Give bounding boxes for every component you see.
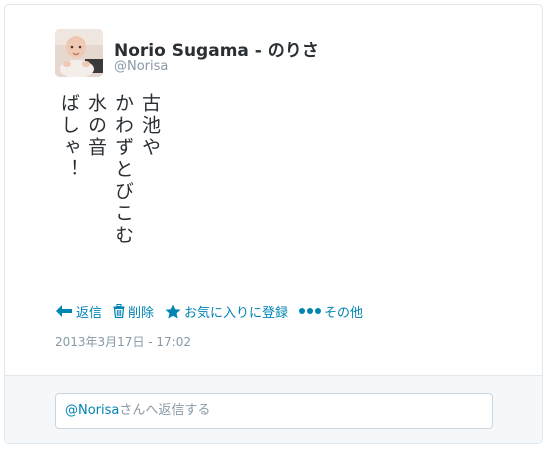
- screen-name[interactable]: @Norisa: [114, 59, 168, 74]
- delete-button[interactable]: 削除: [113, 302, 154, 321]
- reply-mention: @Norisa: [65, 403, 120, 418]
- delete-label: 削除: [128, 305, 155, 321]
- tweet-card: Norio Sugama - のりさ @Norisa 古池や かわずとびこむ 水…: [4, 4, 543, 444]
- ellipsis-icon: [299, 308, 322, 314]
- more-button[interactable]: その他: [299, 302, 363, 321]
- more-label: その他: [324, 305, 364, 321]
- reply-input[interactable]: @Norisaさんへ返信する: [55, 393, 493, 429]
- favorite-button[interactable]: お気に入りに登録: [165, 302, 288, 321]
- trash-icon: [113, 304, 125, 318]
- star-icon: [165, 304, 181, 318]
- tweet-text: 古池や かわずとびこむ 水の音 ばしゃ！: [55, 93, 163, 289]
- reply-area: @Norisaさんへ返信する: [5, 375, 542, 443]
- display-name[interactable]: Norio Sugama - のりさ: [114, 36, 319, 61]
- reply-button[interactable]: 返信: [55, 302, 102, 321]
- reply-placeholder: さんへ返信する: [119, 403, 211, 418]
- favorite-label: お気に入りに登録: [184, 305, 289, 321]
- tweet-line: 古池や: [139, 93, 161, 159]
- tweet-line: 水の音: [85, 93, 107, 159]
- avatar[interactable]: [55, 29, 103, 77]
- tweet-line: かわずとびこむ: [112, 93, 134, 247]
- tweet-line: ばしゃ！: [58, 93, 80, 181]
- reply-arrow-icon: [56, 305, 72, 317]
- tweet-actions: 返信 削除 お気に入りに登録 その他: [55, 301, 374, 321]
- tweet-timestamp[interactable]: 2013年3月17日 - 17:02: [55, 333, 191, 350]
- reply-label: 返信: [76, 305, 103, 321]
- baby-photo-icon: [55, 29, 103, 77]
